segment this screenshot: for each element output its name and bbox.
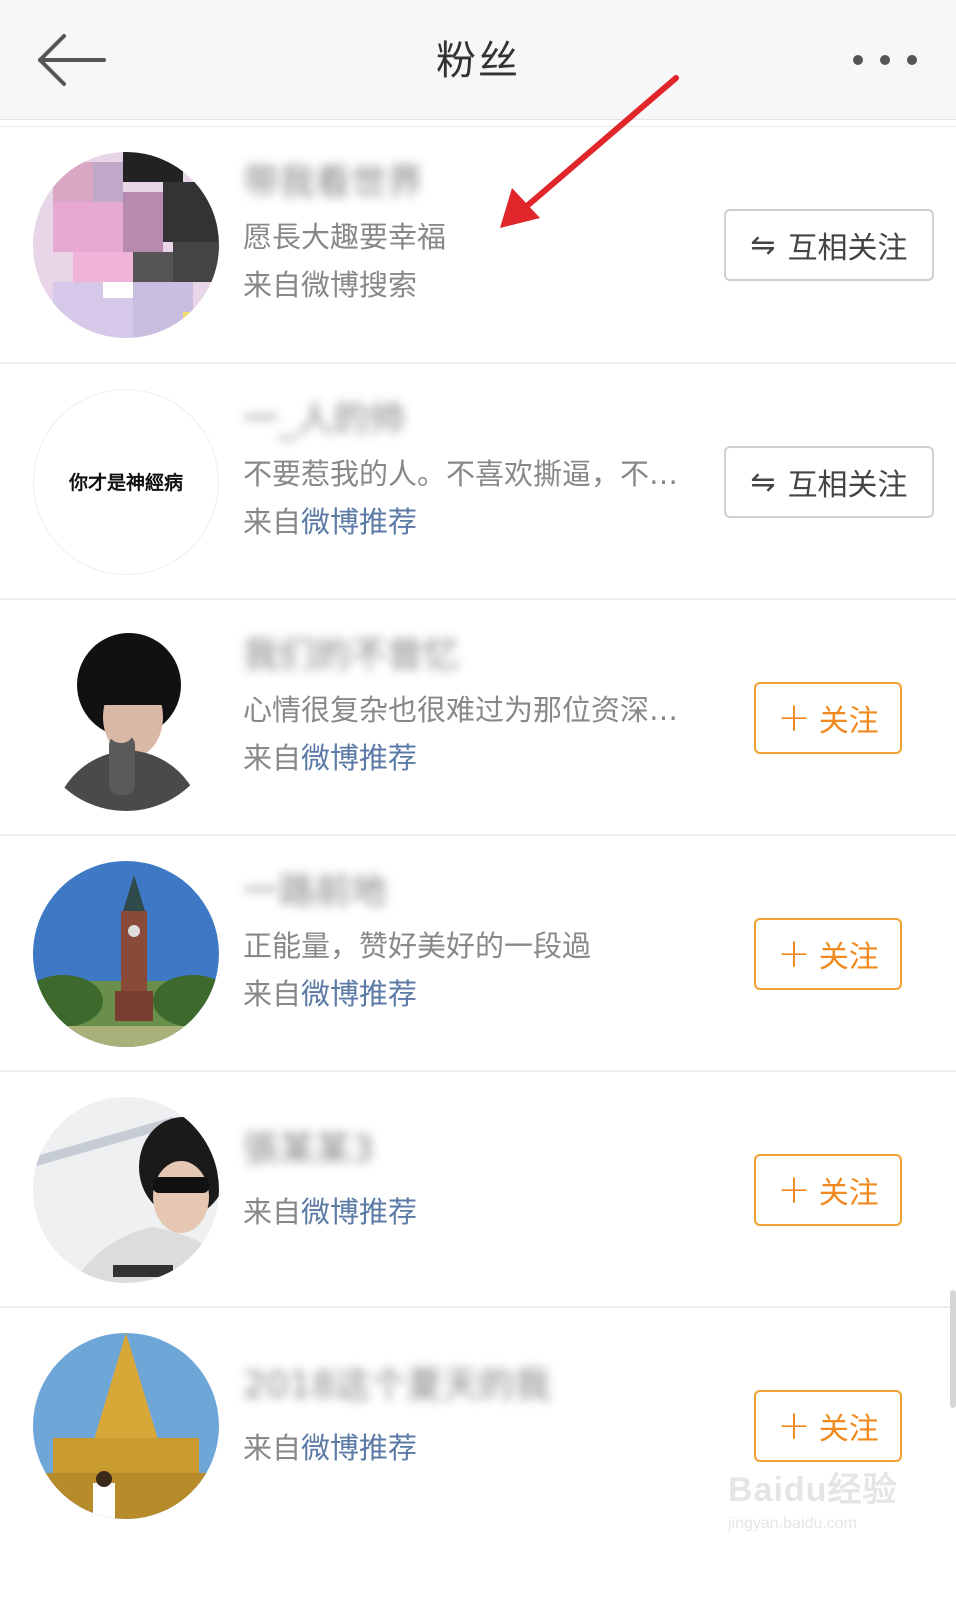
follow-label: 关注	[818, 1412, 879, 1447]
more-dots-icon[interactable]	[850, 48, 920, 72]
source-link[interactable]: 微博推荐	[301, 977, 417, 1011]
avatar[interactable]	[33, 1097, 219, 1283]
watermark-brand: Baidu经验	[728, 1471, 898, 1509]
fan-source: 来自微博推荐	[243, 974, 693, 1014]
fan-name[interactable]: 我们的不曾忆	[243, 630, 459, 682]
fan-source: 来自微博推荐	[243, 1192, 693, 1232]
fan-description: 正能量，赞好美好的一段過	[243, 929, 592, 963]
fan-source: 来自微博推荐	[243, 1428, 693, 1468]
avatar[interactable]	[33, 625, 219, 811]
page-title: 粉丝	[436, 38, 520, 84]
plus-icon: +	[777, 931, 811, 977]
source-prefix: 来自	[243, 268, 302, 302]
follow-button[interactable]: + 关注	[754, 1390, 902, 1462]
source-prefix: 来自	[243, 1431, 302, 1465]
top-bar: 粉丝	[0, 0, 956, 120]
pixelated-avatar-image	[33, 152, 219, 338]
fan-name[interactable]: 带我看世界	[243, 157, 423, 209]
swap-arrows-icon: ⇋	[750, 227, 776, 263]
scrollbar[interactable]	[950, 1290, 956, 1408]
fan-source: 来自微博推荐	[243, 738, 693, 778]
avatar[interactable]	[33, 152, 219, 338]
plus-icon: +	[777, 1167, 811, 1213]
source-prefix: 来自	[243, 505, 302, 539]
follow-label: 关注	[818, 940, 879, 975]
source-link[interactable]: 微博推荐	[301, 505, 417, 539]
fan-description: 不要惹我的人。不喜欢撕逼，不喜欢被人利用	[243, 457, 688, 491]
mutual-follow-button[interactable]: ⇋ 互相关注	[724, 209, 934, 281]
source-link[interactable]: 微博推荐	[301, 1195, 417, 1229]
plus-icon: +	[777, 695, 811, 741]
fan-name[interactable]: 2018这个夏天的我	[243, 1360, 551, 1412]
follow-button[interactable]: + 关注	[754, 682, 902, 754]
fan-name[interactable]: 張某某3	[243, 1124, 374, 1176]
golden-pagoda-image	[33, 1333, 219, 1519]
avatar-text-logo: 你才是神經病	[68, 472, 183, 494]
list-item[interactable]: 張某某3 来自微博推荐 + 关注	[0, 1070, 956, 1306]
list-item[interactable]: 一路前地 正能量，赞好美好的一段過 来自微博推荐 + 关注	[0, 834, 956, 1070]
mutual-follow-label: 互相关注	[787, 231, 908, 266]
avatar[interactable]: 你才是神經病	[33, 389, 219, 575]
plus-icon: +	[777, 1403, 811, 1449]
fan-description: 愿長大趣要幸福	[243, 220, 447, 254]
avatar[interactable]	[33, 1333, 219, 1519]
list-item[interactable]: 你才是神經病 一_人的帅 不要惹我的人。不喜欢撕逼，不喜欢被人利用 来自微博推荐…	[0, 362, 956, 598]
mutual-follow-label: 互相关注	[787, 468, 908, 503]
follow-button[interactable]: + 关注	[754, 918, 902, 990]
follow-button[interactable]: + 关注	[754, 1154, 902, 1226]
fan-name[interactable]: 一路前地	[243, 866, 387, 918]
fan-source: 来自微博搜索	[243, 265, 693, 305]
follow-label: 关注	[818, 1176, 879, 1211]
sunglasses-boy-image	[33, 1097, 219, 1283]
source-link[interactable]: 微博推荐	[301, 1431, 417, 1465]
fans-list: 带我看世界 愿長大趣要幸福 来自微博搜索 ⇋ 互相关注 你才是神經病 一_人的帅…	[0, 126, 956, 1542]
source-prefix: 来自	[243, 741, 302, 775]
list-item[interactable]: 我们的不曾忆 心情很复杂也很难过为那位资深的朋友 来自微博推荐 + 关注	[0, 598, 956, 834]
clock-tower-image	[33, 861, 219, 1047]
source-link: 微博搜索	[301, 268, 418, 302]
avatar[interactable]	[33, 861, 219, 1047]
source-prefix: 来自	[243, 1195, 302, 1229]
fan-description: 心情很复杂也很难过为那位资深的朋友	[243, 693, 688, 727]
fan-name[interactable]: 一_人的帅	[243, 394, 405, 446]
follow-label: 关注	[818, 704, 879, 739]
source-link[interactable]: 微博推荐	[301, 741, 417, 775]
boy-portrait-image	[33, 625, 219, 811]
watermark-url: jingyan.baidu.com	[728, 1515, 857, 1532]
watermark: Baidu经验 jingyan.baidu.com	[728, 1462, 918, 1554]
mutual-follow-button[interactable]: ⇋ 互相关注	[724, 446, 934, 518]
source-prefix: 来自	[243, 977, 302, 1011]
fan-source: 来自微博推荐	[243, 502, 693, 542]
swap-arrows-icon: ⇋	[750, 464, 776, 500]
list-item[interactable]: 带我看世界 愿長大趣要幸福 来自微博搜索 ⇋ 互相关注	[0, 126, 956, 362]
